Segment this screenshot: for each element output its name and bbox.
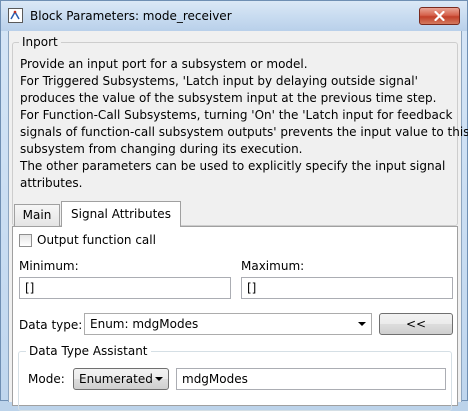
output-function-call-checkbox[interactable] xyxy=(19,234,32,247)
tab-signal-attributes[interactable]: Signal Attributes xyxy=(61,201,181,227)
chevron-down-icon xyxy=(358,322,366,326)
maximum-label: Maximum: xyxy=(241,259,305,273)
mode-value: Enumerated xyxy=(79,372,153,386)
data-type-label: Data type: xyxy=(19,318,83,332)
description-line: For Function-Call Subsystems, turning 'O… xyxy=(20,108,453,122)
inport-group-label: Inport xyxy=(19,35,61,49)
data-type-value: Enum: mdgModes xyxy=(90,317,199,331)
tab-main[interactable]: Main xyxy=(14,204,60,226)
maximum-input[interactable]: [] xyxy=(241,277,453,299)
description-line: For Triggered Subsystems, 'Latch input b… xyxy=(20,74,418,88)
description-line: signals of function-call subsystem outpu… xyxy=(20,125,468,139)
dialog-client-area: Inport Provide an input port for a subsy… xyxy=(8,31,468,411)
close-icon xyxy=(434,11,445,21)
signal-attributes-panel: Output function call Minimum: [] Maximum… xyxy=(12,226,458,411)
mode-label: Mode: xyxy=(28,372,65,386)
output-function-call-label: Output function call xyxy=(37,233,156,247)
description-line: Provide an input port for a subsystem or… xyxy=(20,57,308,71)
simulink-block-icon xyxy=(8,8,23,23)
minimum-label: Minimum: xyxy=(19,259,79,273)
inport-description-group: Inport Provide an input port for a subsy… xyxy=(12,35,468,226)
minimum-input[interactable]: [] xyxy=(19,277,231,299)
dialog-window: Block Parameters: mode_receiver Inport P… xyxy=(0,0,468,411)
data-type-dropdown[interactable]: Enum: mdgModes xyxy=(84,313,372,335)
description-line: produces the value of the subsystem inpu… xyxy=(20,91,437,105)
description-line: attributes. xyxy=(20,176,83,190)
close-button[interactable] xyxy=(419,7,460,25)
title-bar[interactable]: Block Parameters: mode_receiver xyxy=(1,1,467,31)
description-line: subsystem from changing during its execu… xyxy=(20,142,303,156)
data-type-assistant-toggle-button[interactable]: << xyxy=(379,313,453,335)
data-type-assistant-label: Data Type Assistant xyxy=(26,344,151,358)
window-title: Block Parameters: mode_receiver xyxy=(30,9,232,23)
enum-name-input[interactable]: mdgModes xyxy=(176,368,446,390)
data-type-assistant-group: Data Type Assistant Mode: Enumerated mdg… xyxy=(18,344,452,411)
chevron-down-icon xyxy=(155,377,163,381)
mode-select[interactable]: Enumerated xyxy=(73,368,169,390)
inport-description: Provide an input port for a subsystem or… xyxy=(20,56,468,192)
description-line: The other parameters can be used to expl… xyxy=(20,159,446,173)
